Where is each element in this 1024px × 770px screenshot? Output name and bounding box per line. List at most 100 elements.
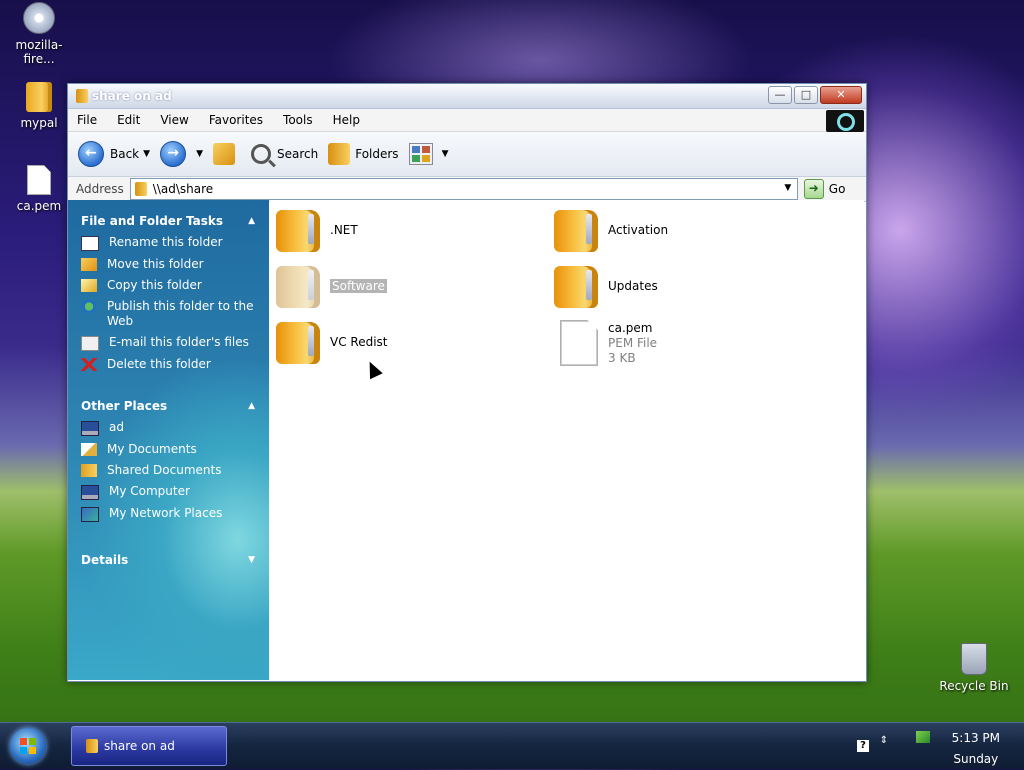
- forward-arrow-icon: →: [160, 141, 187, 167]
- folders-icon: [328, 143, 351, 165]
- minimize-button[interactable]: —: [768, 86, 792, 104]
- maximize-button[interactable]: □: [794, 86, 818, 104]
- taskbar-window-button[interactable]: share on ad: [71, 726, 227, 766]
- menu-file[interactable]: File: [74, 112, 100, 128]
- folders-label: Folders: [355, 147, 399, 161]
- address-value: \\ad\share: [152, 182, 214, 196]
- go-label: Go: [828, 182, 846, 196]
- link-label: My Computer: [109, 484, 190, 498]
- cd-icon: [23, 2, 55, 34]
- place-shared-documents-link[interactable]: Shared Documents: [68, 460, 269, 481]
- file-size: 3 KB: [608, 350, 636, 365]
- link-label: ad: [109, 420, 124, 434]
- views-icon: [408, 143, 433, 165]
- folder-item-activation[interactable]: Activation: [554, 206, 668, 254]
- toolbar: ← Back ▼ → ▼ Search Folders ▼: [68, 132, 866, 177]
- forward-dropdown-icon[interactable]: ▼: [196, 149, 203, 159]
- place-ad-link[interactable]: ad: [68, 417, 269, 439]
- section-title: Details: [81, 553, 129, 567]
- delete-folder-link[interactable]: Delete this folder: [68, 354, 269, 375]
- views-button[interactable]: ▼: [408, 143, 448, 165]
- forward-button[interactable]: → ▼: [160, 141, 203, 167]
- details-header[interactable]: Details ▼: [68, 549, 269, 571]
- publish-web-icon: [81, 300, 97, 313]
- network-folder-icon: [134, 182, 147, 196]
- network-folder-icon: [86, 739, 98, 753]
- windows-throbber-icon: [826, 110, 864, 132]
- system-tray: ? ⇕ 5:13 PM Sunday: [854, 723, 1024, 769]
- section-title: File and Folder Tasks: [81, 214, 224, 228]
- menu-favorites[interactable]: Favorites: [206, 112, 266, 128]
- copy-folder-icon: [81, 279, 97, 292]
- folder-icon: [276, 318, 324, 366]
- file-item-ca-pem[interactable]: ca.pem PEM File 3 KB: [554, 320, 657, 366]
- rename-icon: [81, 236, 99, 251]
- network-status-icon[interactable]: [916, 731, 930, 743]
- copy-folder-link[interactable]: Copy this folder: [68, 275, 269, 296]
- explorer-window: share on ad — □ ✕ File Edit View Favorit…: [67, 83, 867, 682]
- desktop-icon-label: mozilla-fire...: [15, 38, 63, 66]
- place-network-places-link[interactable]: My Network Places: [68, 503, 269, 525]
- move-folder-icon: [81, 258, 97, 271]
- go-arrow-icon: ➜: [803, 179, 824, 199]
- restore-arrows-icon[interactable]: ⇕: [878, 735, 890, 747]
- folder-name: Activation: [608, 223, 669, 237]
- email-files-link[interactable]: E-mail this folder's files: [68, 332, 269, 354]
- details-section: Details ▼: [68, 549, 269, 577]
- desktop-icon-ca-pem[interactable]: ca.pem: [1, 165, 77, 213]
- link-label: Delete this folder: [107, 357, 211, 371]
- desktop-icon-firefox[interactable]: mozilla-fire...: [1, 2, 77, 66]
- place-my-documents-link[interactable]: My Documents: [68, 439, 269, 460]
- network-places-icon: [81, 507, 99, 522]
- go-button[interactable]: ➜ Go: [803, 179, 846, 199]
- address-input[interactable]: \\ad\share ▼: [129, 178, 798, 200]
- menu-tools[interactable]: Tools: [280, 112, 316, 128]
- folder-item-software[interactable]: Software: [276, 262, 387, 310]
- menu-help[interactable]: Help: [330, 112, 363, 128]
- folder-icon: [554, 206, 602, 254]
- folder-name: Updates: [608, 279, 658, 293]
- folder-item-dotnet[interactable]: .NET: [276, 206, 358, 254]
- folder-name: Software: [330, 279, 387, 293]
- folders-button[interactable]: Folders: [328, 143, 399, 165]
- rename-folder-link[interactable]: Rename this folder: [68, 232, 269, 254]
- file-list: .NET Activation Software Updates VC Redi…: [270, 200, 864, 680]
- collapse-chevron-icon[interactable]: ▲: [248, 216, 255, 226]
- folder-item-updates[interactable]: Updates: [554, 262, 658, 310]
- up-button[interactable]: [212, 143, 240, 165]
- place-my-computer-link[interactable]: My Computer: [68, 481, 269, 503]
- clock[interactable]: 5:13 PM Sunday: [952, 728, 1000, 770]
- my-computer-icon: [81, 485, 99, 500]
- back-arrow-icon: ←: [78, 141, 104, 167]
- help-icon[interactable]: ?: [857, 740, 869, 752]
- start-button[interactable]: [10, 728, 46, 764]
- close-button[interactable]: ✕: [820, 86, 862, 104]
- back-dropdown-icon[interactable]: ▼: [143, 149, 150, 159]
- email-icon: [81, 336, 99, 351]
- folder-icon: [26, 82, 52, 112]
- link-label: Move this folder: [107, 257, 204, 271]
- search-button[interactable]: Search: [250, 143, 318, 165]
- folder-name: VC Redist: [330, 335, 388, 349]
- menu-view[interactable]: View: [157, 112, 191, 128]
- menu-bar: File Edit View Favorites Tools Help: [68, 109, 866, 132]
- back-label: Back: [110, 147, 140, 161]
- publish-folder-link[interactable]: Publish this folder to the Web: [68, 296, 269, 332]
- link-label: E-mail this folder's files: [109, 335, 249, 349]
- desktop-icon-recycle-bin[interactable]: Recycle Bin: [936, 643, 1012, 693]
- expand-chevron-icon[interactable]: ▼: [248, 555, 255, 565]
- address-dropdown-icon[interactable]: ▼: [781, 181, 795, 195]
- move-folder-link[interactable]: Move this folder: [68, 254, 269, 275]
- folder-item-vc-redist[interactable]: VC Redist: [276, 318, 388, 366]
- desktop-icon-mypal[interactable]: mypal: [1, 82, 77, 130]
- recycle-bin-icon: [961, 643, 987, 675]
- title-bar[interactable]: share on ad — □ ✕: [68, 84, 866, 109]
- file-icon: [27, 165, 51, 195]
- file-folder-tasks-header[interactable]: File and Folder Tasks ▲: [68, 210, 269, 232]
- back-button[interactable]: ← Back ▼: [78, 141, 150, 167]
- menu-edit[interactable]: Edit: [114, 112, 143, 128]
- other-places-header[interactable]: Other Places ▲: [68, 395, 269, 417]
- collapse-chevron-icon[interactable]: ▲: [248, 401, 255, 411]
- link-label: Copy this folder: [107, 278, 202, 292]
- link-label: My Network Places: [109, 506, 223, 520]
